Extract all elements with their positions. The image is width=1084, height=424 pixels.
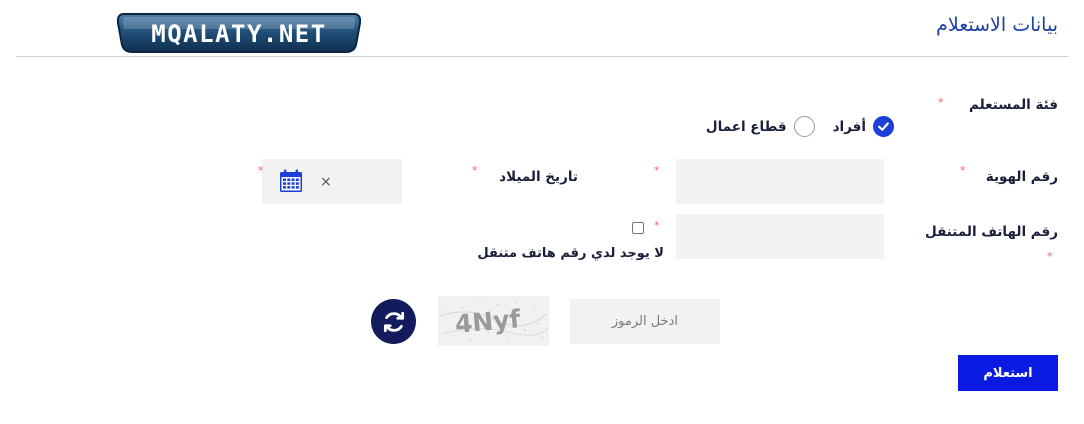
svg-text:MQALATY.NET: MQALATY.NET [151,20,326,48]
radio-business-label: قطاع اعمال [705,118,787,135]
check-icon [878,122,889,131]
radio-checked-icon [873,116,894,137]
birth-date-label: تاريخ الميلاد [499,169,578,185]
required-mark: * [960,164,966,177]
mobile-input[interactable] [676,214,884,259]
required-mark: * [654,164,660,177]
captcha-image: 4Nyf [438,296,549,346]
svg-text:4Nyf: 4Nyf [454,304,523,339]
calendar-icon[interactable] [279,169,303,193]
header-divider [16,56,1068,57]
radio-business[interactable]: قطاع اعمال [706,116,815,137]
refresh-icon [383,311,404,332]
site-logo: MQALATY.NET [116,13,362,53]
required-mark: * [654,219,660,232]
captcha-input[interactable]: ادخل الرموز [570,299,720,344]
refresh-captcha-button[interactable] [371,299,416,344]
clear-icon[interactable]: × [320,174,332,190]
no-phone-checkbox[interactable] [632,222,644,234]
user-category-radio-group: أفراد قطاع اعمال [706,116,894,137]
required-mark: * [258,164,264,177]
user-category-label: فئة المستعلم [969,97,1058,113]
page-title: بيانات الاستعلام [936,14,1058,36]
required-mark: * [938,96,944,109]
required-mark: * [1047,250,1053,263]
radio-individuals[interactable]: أفراد [833,116,894,137]
id-number-label: رقم الهوية [985,169,1058,185]
radio-unchecked-icon [793,116,815,137]
submit-inquiry-button[interactable]: استعلام [958,355,1058,391]
no-phone-label: لا يوجد لدي رقم هاتف متنقل [477,246,664,261]
mobile-label: رقم الهاتف المتنقل [925,224,1058,240]
id-number-input[interactable] [676,159,884,204]
radio-individuals-label: أفراد [832,118,866,135]
required-mark: * [472,164,478,177]
